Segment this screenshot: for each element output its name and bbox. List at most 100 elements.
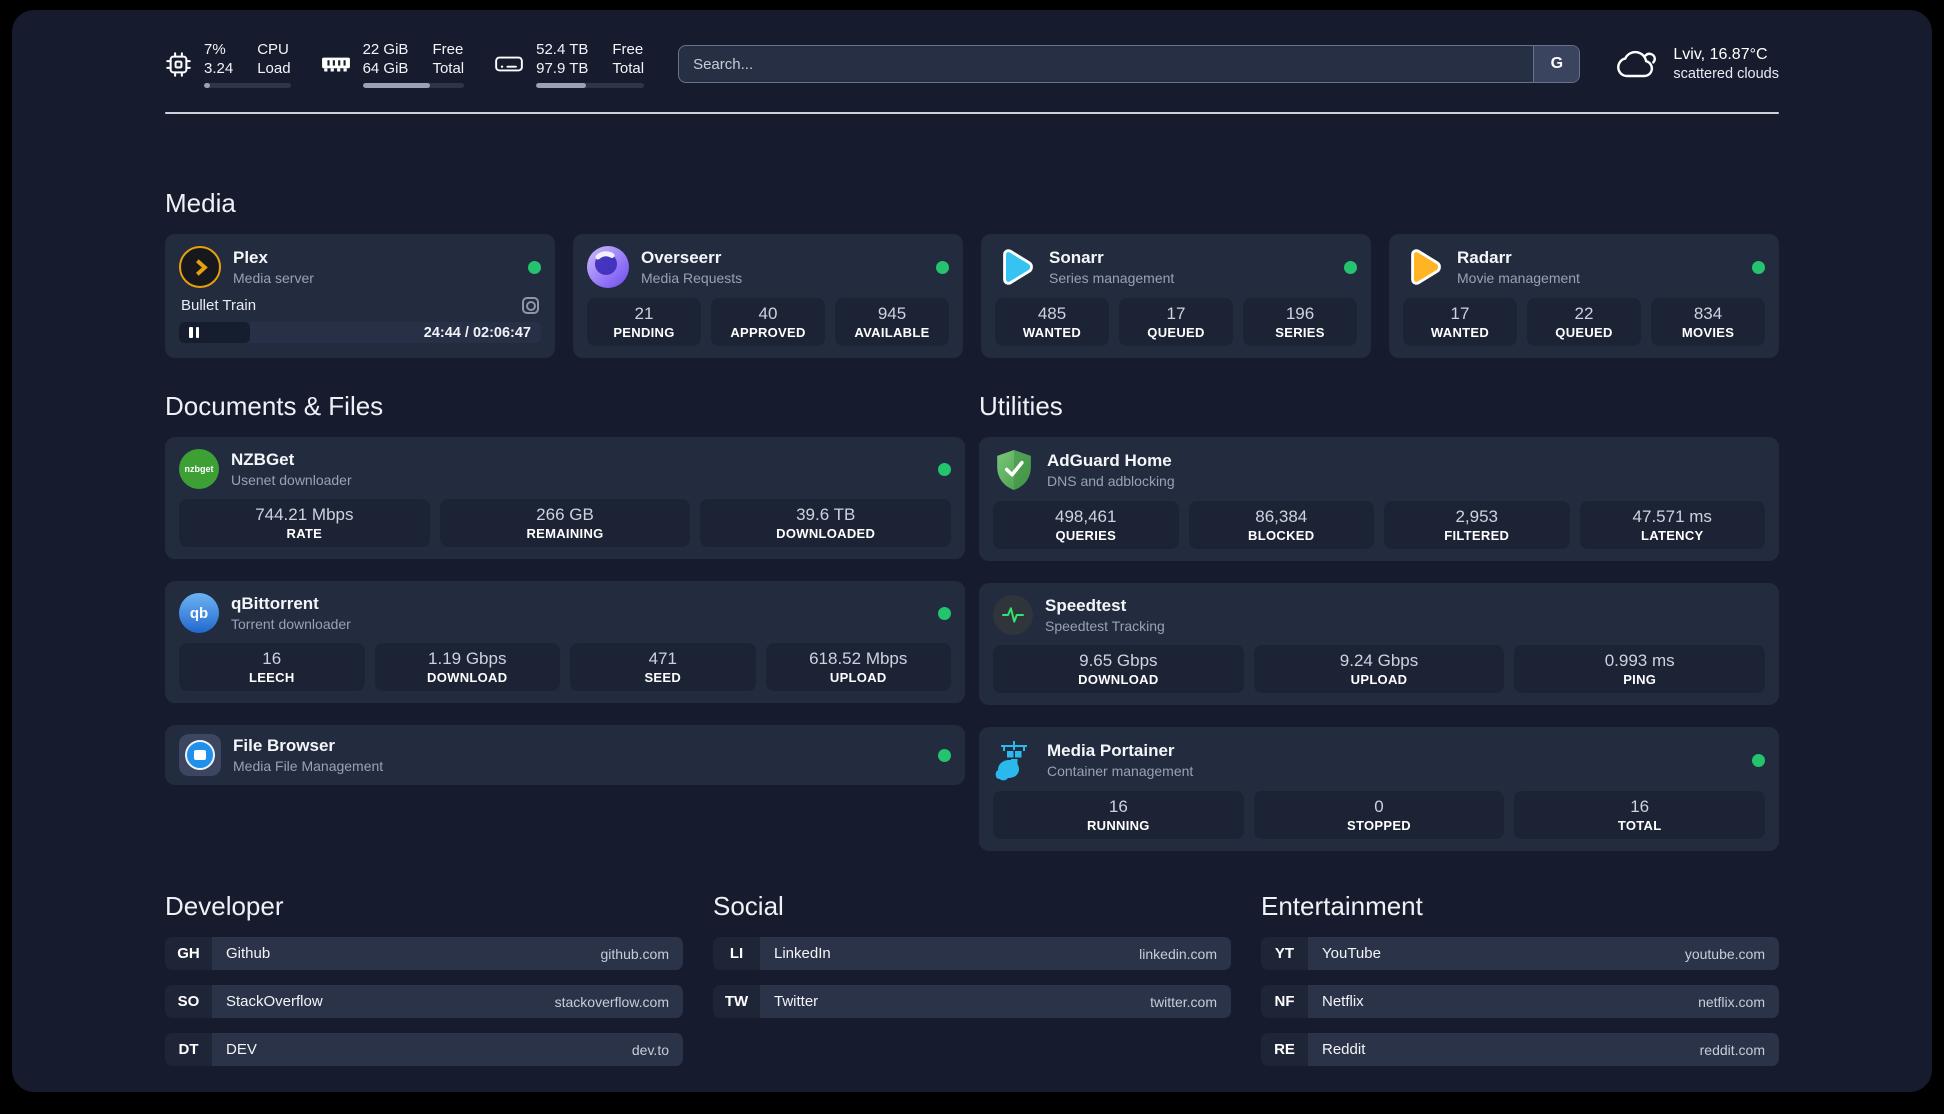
stat-download: 9.65 Gbps DOWNLOAD — [993, 645, 1244, 693]
search-bar: G — [678, 45, 1581, 83]
stat-rate: 744.21 Mbps RATE — [179, 499, 430, 547]
app-description: Container management — [1047, 763, 1194, 779]
dashboard: 7% CPU 3.24 Load 22 GiB Free 64 GiB Tota… — [12, 10, 1932, 1092]
app-name: File Browser — [233, 736, 336, 755]
pause-icon — [189, 327, 199, 338]
filebrowser-card[interactable]: File Browser Media File Management — [165, 725, 965, 785]
link-abbr: GH — [165, 937, 212, 970]
adguard-card[interactable]: AdGuard Home DNS and adblocking 498,461 … — [979, 437, 1779, 561]
app-name: Plex — [233, 248, 268, 267]
cpu-progress-bar — [204, 83, 291, 88]
cpu-usage-value: 7% — [204, 41, 226, 58]
weather-widget: Lviv, 16.87°C scattered clouds — [1614, 44, 1779, 84]
app-name: Speedtest — [1045, 596, 1127, 615]
portainer-card[interactable]: Media Portainer Container management 16 … — [979, 727, 1779, 851]
status-dot — [1344, 260, 1357, 274]
link-url: youtube.com — [1684, 945, 1765, 962]
stat-download: 1.19 Gbps DOWNLOAD — [374, 643, 560, 691]
plex-card[interactable]: Plex Media server Bullet Train 24:44 / 0… — [165, 234, 555, 358]
cpu-load-value: 3.24 — [204, 60, 234, 77]
stat-queued: 22 QUEUED — [1527, 298, 1641, 346]
stat-stopped: 0 STOPPED — [1253, 791, 1505, 839]
link-dev[interactable]: DT DEV dev.to — [165, 1033, 683, 1066]
search-engine-button[interactable]: G — [1533, 46, 1580, 82]
status-dot — [938, 748, 951, 762]
link-abbr: NF — [1261, 985, 1308, 1018]
memory-free-label: Free — [432, 41, 464, 58]
stat-wanted: 485 WANTED — [995, 298, 1109, 346]
link-name: Twitter — [774, 993, 819, 1010]
memory-progress-bar — [362, 83, 465, 88]
cpu-load-label: Load — [257, 60, 291, 77]
disk-free-label: Free — [612, 41, 644, 58]
radarr-icon — [1403, 246, 1445, 288]
stat-latency: 47.571 ms LATENCY — [1579, 501, 1765, 549]
stat-wanted: 17 WANTED — [1403, 298, 1517, 346]
link-name: YouTube — [1322, 945, 1381, 962]
link-stackoverflow[interactable]: SO StackOverflow stackoverflow.com — [165, 985, 683, 1018]
status-dot — [528, 260, 541, 274]
qbittorrent-icon: qb — [179, 593, 219, 633]
cpu-icon — [166, 51, 191, 77]
sonarr-card[interactable]: Sonarr Series management 485 WANTED 17 Q… — [981, 234, 1371, 358]
search-input[interactable] — [679, 46, 1534, 82]
now-playing-row: Bullet Train — [179, 297, 541, 314]
adguard-icon — [993, 449, 1035, 491]
nzbget-card[interactable]: nzbget NZBGet Usenet downloader 744.21 M… — [165, 437, 965, 559]
session-icon[interactable] — [522, 297, 539, 314]
stat-upload: 9.24 Gbps UPLOAD — [1253, 645, 1505, 693]
weather-location-temp: Lviv, 16.87°C — [1673, 46, 1768, 63]
overseerr-card[interactable]: Overseerr Media Requests 21 PENDING 40 A… — [573, 234, 963, 358]
link-url: reddit.com — [1699, 1041, 1765, 1058]
app-description: Torrent downloader — [231, 616, 351, 632]
app-description: DNS and adblocking — [1047, 473, 1175, 489]
stat-available: 945 AVAILABLE — [835, 298, 949, 346]
link-abbr: RE — [1261, 1033, 1308, 1066]
link-github[interactable]: GH Github github.com — [165, 937, 683, 970]
disk-total-value: 97.9 TB — [536, 60, 589, 77]
memory-stat: 22 GiB Free 64 GiB Total — [321, 40, 465, 88]
playback-time: 24:44 / 02:06:47 — [423, 324, 531, 341]
developer-column: Developer GH Github github.com SO StackO… — [165, 891, 683, 1066]
link-youtube[interactable]: YT YouTube youtube.com — [1261, 937, 1779, 970]
speedtest-icon — [993, 595, 1033, 635]
app-description: Media Requests — [641, 270, 743, 286]
section-title-social: Social — [713, 891, 784, 921]
disk-icon — [495, 56, 523, 72]
filebrowser-icon — [179, 734, 221, 776]
utilities-column: Utilities AdGuard Home DNS and adblockin… — [979, 391, 1779, 851]
overseerr-icon — [587, 246, 629, 288]
stat-pending: 21 PENDING — [587, 298, 701, 346]
stat-remaining: 266 GB REMAINING — [439, 499, 691, 547]
sonarr-icon — [995, 246, 1037, 288]
memory-total-value: 64 GiB — [362, 60, 409, 77]
link-linkedin[interactable]: LI LinkedIn linkedin.com — [713, 937, 1231, 970]
stat-running: 16 RUNNING — [993, 791, 1244, 839]
link-url: netflix.com — [1698, 993, 1765, 1010]
status-dot — [936, 260, 949, 274]
link-url: stackoverflow.com — [554, 993, 669, 1010]
link-reddit[interactable]: RE Reddit reddit.com — [1261, 1033, 1779, 1066]
section-title-documents: Documents & Files — [165, 391, 384, 421]
speedtest-card[interactable]: Speedtest Speedtest Tracking 9.65 Gbps D… — [979, 583, 1779, 705]
top-bar: 7% CPU 3.24 Load 22 GiB Free 64 GiB Tota… — [165, 40, 1779, 88]
header-divider — [165, 112, 1779, 114]
app-name: Overseerr — [641, 248, 722, 267]
qbittorrent-card[interactable]: qb qBittorrent Torrent downloader 16 LEE… — [165, 581, 965, 703]
status-dot — [1752, 260, 1765, 274]
link-netflix[interactable]: NF Netflix netflix.com — [1261, 985, 1779, 1018]
status-dot — [938, 462, 951, 476]
link-name: LinkedIn — [774, 945, 831, 962]
cloud-icon — [1617, 50, 1657, 78]
section-title-media: Media — [165, 188, 236, 218]
ram-icon — [321, 57, 350, 72]
stat-movies: 834 MOVIES — [1651, 298, 1765, 346]
link-twitter[interactable]: TW Twitter twitter.com — [713, 985, 1231, 1018]
radarr-card[interactable]: Radarr Movie management 17 WANTED 22 QUE… — [1389, 234, 1779, 358]
playback-progress-bar: 24:44 / 02:06:47 — [179, 322, 541, 343]
link-abbr: TW — [713, 985, 760, 1018]
link-name: StackOverflow — [226, 993, 323, 1010]
app-name: Sonarr — [1049, 248, 1104, 267]
status-dot — [938, 606, 951, 620]
stat-queries: 498,461 QUERIES — [993, 501, 1179, 549]
